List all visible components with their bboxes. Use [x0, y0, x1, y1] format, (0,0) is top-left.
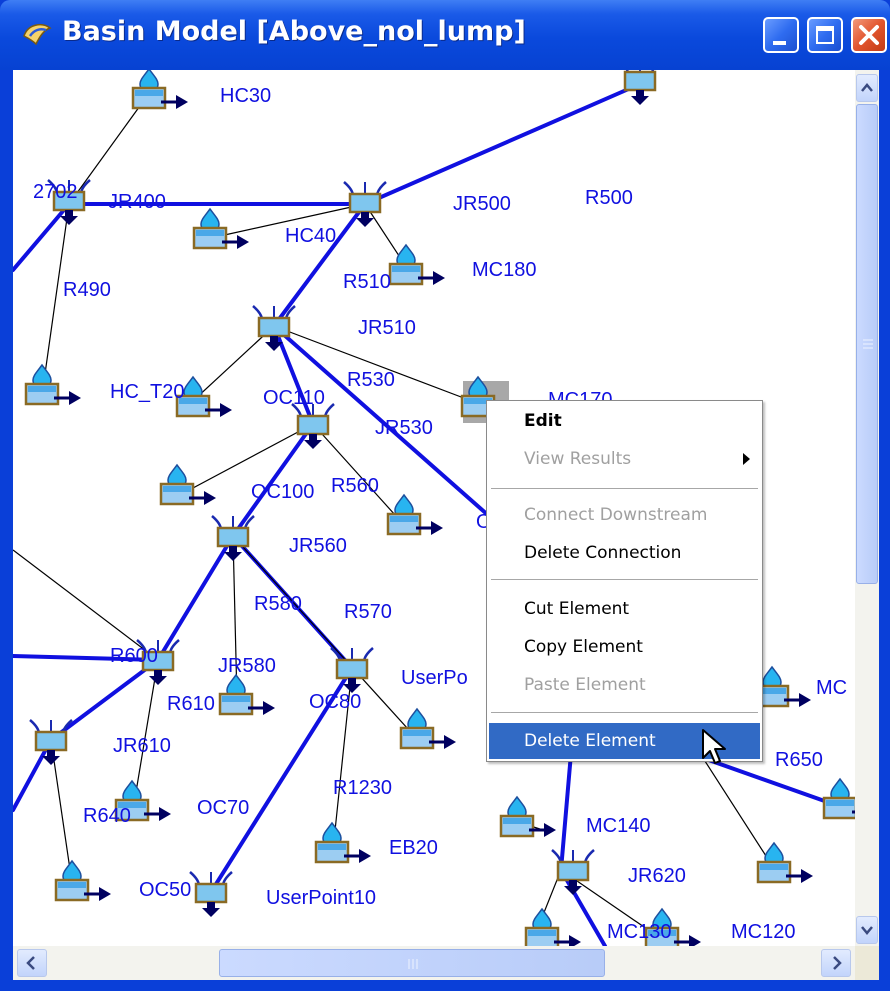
menu-item-edit[interactable]: Edit [489, 403, 760, 439]
horizontal-scroll-thumb[interactable] [219, 949, 605, 977]
menu-separator [491, 712, 758, 713]
element-label[interactable]: R600 [110, 646, 158, 666]
scroll-up-button[interactable] [856, 74, 878, 102]
element-label[interactable]: OC110 [263, 388, 325, 408]
element-label[interactable]: JR500 [453, 194, 511, 214]
element-label[interactable]: UserPo [401, 668, 468, 688]
element-label[interactable]: JR560 [289, 536, 347, 556]
element-label[interactable]: R1230 [333, 778, 392, 798]
element-label[interactable]: OC80 [309, 692, 361, 712]
element-label[interactable]: MC120 [731, 922, 795, 942]
mouse-cursor-icon [702, 729, 726, 764]
menu-item-delete-connection[interactable]: Delete Connection [489, 535, 760, 571]
element-label[interactable]: R510 [343, 272, 391, 292]
element-label[interactable]: R570 [344, 602, 392, 622]
element-label[interactable]: MC180 [472, 260, 536, 280]
basin-model-icon [23, 23, 52, 46]
menu-separator [491, 488, 758, 489]
minimize-icon [773, 41, 786, 45]
element-label[interactable]: HC40 [285, 226, 336, 246]
element-label[interactable]: JR620 [628, 866, 686, 886]
element-label[interactable]: JR530 [375, 418, 433, 438]
close-icon [859, 25, 879, 45]
element-label[interactable]: 2702 [33, 182, 78, 202]
window-title: Basin Model [Above_nol_lump] [62, 16, 526, 47]
element-label[interactable]: OC50 [139, 880, 191, 900]
element-label[interactable]: JR400 [108, 192, 166, 212]
element-label[interactable]: R560 [331, 476, 379, 496]
element-label[interactable]: HC_T20 [110, 382, 184, 402]
menu-item-cut-element[interactable]: Cut Element [489, 591, 760, 627]
chevron-up-icon [861, 83, 873, 92]
element-label[interactable]: R640 [83, 806, 131, 826]
element-label[interactable]: R490 [63, 280, 111, 300]
context-menu: Edit View Results Connect Downstream Del… [486, 400, 763, 762]
element-label[interactable]: MC [816, 678, 847, 698]
chevron-down-icon [861, 926, 873, 935]
element-label[interactable]: JR610 [113, 736, 171, 756]
element-label[interactable]: R650 [775, 750, 823, 770]
close-button[interactable] [851, 17, 887, 53]
basin-model-window: Basin Model [Above_nol_lump] HC30 2702 J… [0, 0, 890, 991]
element-label[interactable]: R580 [254, 594, 302, 614]
menu-item-copy-element[interactable]: Copy Element [489, 629, 760, 665]
element-label[interactable]: OC70 [197, 798, 249, 818]
scroll-down-button[interactable] [856, 916, 878, 944]
element-label[interactable]: MC140 [586, 816, 650, 836]
menu-item-connect-downstream[interactable]: Connect Downstream [489, 497, 760, 533]
scroll-left-button[interactable] [17, 949, 47, 977]
scroll-right-button[interactable] [821, 949, 851, 977]
menu-item-view-results[interactable]: View Results [489, 441, 760, 477]
chevron-left-icon [26, 956, 35, 970]
menu-separator [491, 579, 758, 580]
maximize-icon [816, 26, 834, 44]
element-label[interactable]: R610 [167, 694, 215, 714]
scrollbar-corner [855, 946, 879, 980]
element-label[interactable]: EB20 [389, 838, 438, 858]
element-label[interactable]: UserPoint10 [266, 888, 376, 908]
grip-icon [408, 959, 418, 969]
title-bar[interactable]: Basin Model [Above_nol_lump] [0, 0, 890, 70]
element-label[interactable]: JR510 [358, 318, 416, 338]
submenu-arrow-icon [743, 453, 750, 465]
element-label[interactable]: MC130 [607, 922, 671, 942]
horizontal-scrollbar[interactable] [13, 946, 855, 980]
grip-icon [863, 339, 873, 349]
vertical-scrollbar[interactable] [855, 70, 879, 946]
element-label[interactable]: OC100 [251, 482, 314, 502]
element-label[interactable]: R500 [585, 188, 633, 208]
element-label[interactable]: R530 [347, 370, 395, 390]
minimize-button[interactable] [763, 17, 799, 53]
element-label[interactable]: HC30 [220, 86, 271, 106]
element-label[interactable]: JR580 [218, 656, 276, 676]
chevron-right-icon [833, 956, 842, 970]
maximize-button[interactable] [807, 17, 843, 53]
vertical-scroll-thumb[interactable] [856, 104, 878, 584]
menu-item-paste-element[interactable]: Paste Element [489, 667, 760, 703]
